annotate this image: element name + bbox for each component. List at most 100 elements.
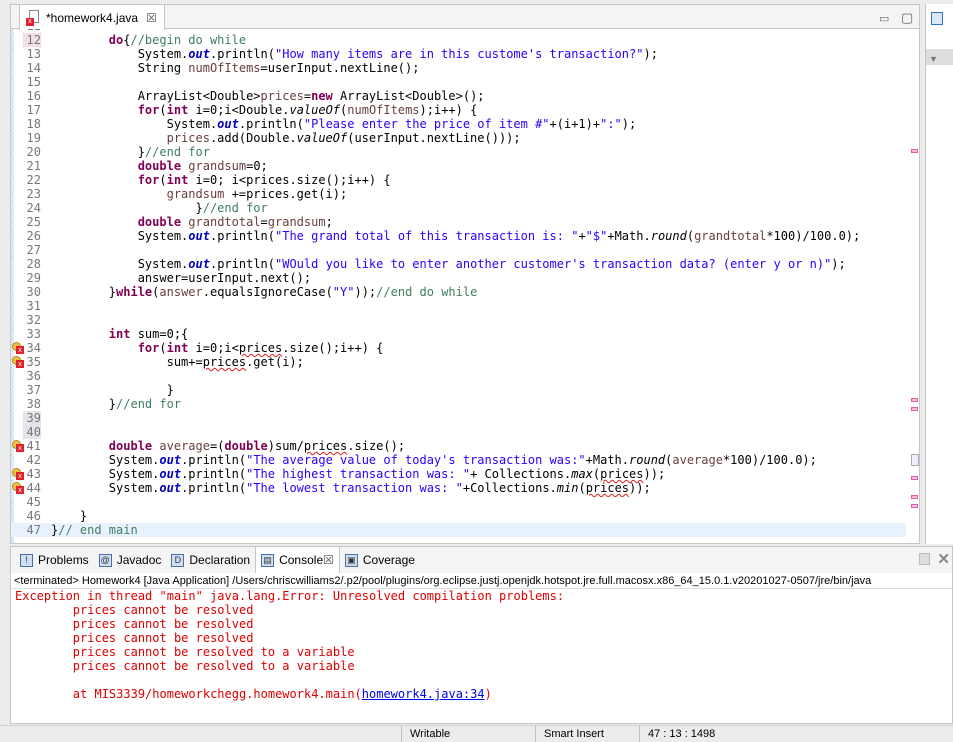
close-tab-icon[interactable]: ☒ <box>323 553 334 567</box>
tab-console[interactable]: ▤ Console ☒ <box>255 547 340 573</box>
code-text: double grandtotal=grandsum; <box>51 215 333 229</box>
code-line[interactable]: 37 } <box>11 383 906 397</box>
code-line[interactable]: x 41 double average=(double)sum/prices.si… <box>11 439 906 453</box>
code-token: .println( <box>209 257 275 271</box>
minimize-panel-icon[interactable] <box>919 553 930 565</box>
code-token: //end for <box>116 397 182 411</box>
code-line[interactable]: 19 prices.add(Double.valueOf(userInput.n… <box>11 131 906 145</box>
code-token: grandsum <box>267 215 326 229</box>
code-line[interactable]: 38 }//end for <box>11 397 906 411</box>
console-stack-line: at MIS3339/homeworkchegg.homework4.main(… <box>15 687 945 701</box>
code-line[interactable]: 27 <box>11 243 906 257</box>
terminated-label: <terminated> Homework4 [Java Application… <box>11 574 952 589</box>
tab-javadoc[interactable]: @ Javadoc <box>94 547 167 573</box>
code-line[interactable]: x 34 for(int i=0;i<prices.size();i++) { <box>11 341 906 355</box>
tab-declaration[interactable]: D Declaration <box>166 547 255 573</box>
code-line[interactable]: 17 for(int i=0;i<Double.valueOf(numOfIte… <box>11 103 906 117</box>
error-marker-icon[interactable]: x <box>12 356 24 368</box>
code-line[interactable]: 31 <box>11 299 906 313</box>
code-line[interactable]: 25 double grandtotal=grandsum; <box>11 215 906 229</box>
code-line[interactable]: 23 grandsum +=prices.get(i); <box>11 187 906 201</box>
code-text: do{//begin do while <box>51 33 246 47</box>
at-icon: @ <box>98 553 112 567</box>
ruler-marker[interactable] <box>911 407 918 411</box>
code-area[interactable]: 1112 do{//begin do while13 System.out.pr… <box>11 29 906 543</box>
code-line[interactable]: 20 }//end for <box>11 145 906 159</box>
code-line[interactable]: 12 do{//begin do while <box>11 33 906 47</box>
code-token: //end for <box>202 201 268 215</box>
ruler-marker[interactable] <box>911 149 918 153</box>
scroll-thumb[interactable] <box>911 454 919 466</box>
code-token: //end do while <box>376 285 478 299</box>
overview-ruler[interactable] <box>907 29 921 543</box>
console-output[interactable]: Exception in thread "main" java.lang.Err… <box>15 589 945 701</box>
code-line[interactable]: 30 }while(answer.equalsIgnoreCase("Y"));… <box>11 285 906 299</box>
code-text: System.out.println("The grand total of t… <box>51 229 861 243</box>
code-line[interactable]: 15 <box>11 75 906 89</box>
code-line[interactable]: 39 <box>11 411 906 425</box>
tab-problems[interactable]: ! Problems <box>15 547 94 573</box>
code-token: out <box>159 453 182 467</box>
outline-icon[interactable] <box>931 12 943 25</box>
code-token: ( <box>159 103 167 117</box>
code-line[interactable]: 14 String numOfItems=userInput.nextLine(… <box>11 61 906 75</box>
code-line[interactable]: 28 System.out.println("WOuld you like to… <box>11 257 906 271</box>
line-number: 15 <box>26 75 41 89</box>
console-line: prices cannot be resolved to a variable <box>15 645 355 659</box>
line-number: 13 <box>26 47 41 61</box>
ruler-marker[interactable] <box>911 504 918 508</box>
maximize-icon[interactable]: ▢ <box>901 10 913 26</box>
ruler-marker[interactable] <box>911 495 918 499</box>
code-line[interactable]: 18 System.out.println("Please enter the … <box>11 117 906 131</box>
code-line[interactable]: 36 <box>11 369 906 383</box>
code-line[interactable]: 24 }//end for <box>11 201 906 215</box>
code-line[interactable]: 26 System.out.println("The grand total o… <box>11 229 906 243</box>
code-line[interactable]: 47 }// end main <box>11 523 906 537</box>
java-editor[interactable]: x *homework4.java ☒ ▭ ▢ 1112 do{//begin … <box>10 4 920 544</box>
code-line[interactable]: 45 <box>11 495 906 509</box>
code-text: }// end main <box>51 523 138 537</box>
code-token: System. <box>51 257 189 271</box>
tab-homework4-java[interactable]: x *homework4.java ☒ <box>19 5 165 30</box>
code-token: } <box>51 201 203 215</box>
code-line[interactable]: x 43 System.out.println("The highest tran… <box>11 467 906 481</box>
code-line[interactable]: 29 answer=userInput.next(); <box>11 271 906 285</box>
close-panel-icon[interactable]: ✕ <box>937 550 950 568</box>
code-line[interactable]: 46 } <box>11 509 906 523</box>
code-line[interactable]: 13 System.out.println("How many items ar… <box>11 47 906 61</box>
code-line[interactable]: 32 <box>11 313 906 327</box>
code-token: int <box>166 341 189 355</box>
code-token: do <box>108 33 124 47</box>
line-number: 28 <box>26 257 41 271</box>
code-token: "The lowest transaction was: " <box>246 481 463 495</box>
code-line[interactable]: 22 for(int i=0; i<prices.size();i++) { <box>11 173 906 187</box>
code-line[interactable]: 16 ArrayList<Double>prices=new ArrayList… <box>11 89 906 103</box>
code-text: }//end for <box>51 397 181 411</box>
code-token: )); <box>354 285 377 299</box>
status-insert-mode[interactable]: Smart Insert <box>535 726 604 742</box>
error-marker-icon[interactable]: x <box>12 342 24 354</box>
ruler-marker[interactable] <box>911 476 918 480</box>
error-marker-icon[interactable]: x <box>12 440 24 452</box>
code-line[interactable]: x 44 System.out.println("The lowest trans… <box>11 481 906 495</box>
tab-coverage[interactable]: ▣ Coverage <box>340 547 420 573</box>
line-number: 33 <box>26 327 41 341</box>
code-line[interactable]: 33 int sum=0;{ <box>11 327 906 341</box>
code-token: +Math. <box>607 229 651 243</box>
minimize-icon[interactable]: ▭ <box>879 12 889 25</box>
code-line[interactable]: 21 double grandsum=0; <box>11 159 906 173</box>
code-line[interactable]: x 35 sum+=prices.get(i); <box>11 355 906 369</box>
console-line: prices cannot be resolved to a variable <box>15 659 355 673</box>
outline-tree-row[interactable]: ▼ <box>926 49 953 65</box>
error-marker-icon[interactable]: x <box>12 468 24 480</box>
source-link[interactable]: homework4.java:34 <box>362 687 485 701</box>
code-line[interactable]: 42 System.out.println("The average value… <box>11 453 906 467</box>
error-marker-icon[interactable]: x <box>12 482 24 494</box>
ruler-marker[interactable] <box>911 398 918 402</box>
code-line[interactable]: 40 <box>11 425 906 439</box>
code-token: =0; <box>246 159 268 173</box>
close-tab-icon[interactable]: ☒ <box>146 11 157 25</box>
line-number: 47 <box>26 523 41 537</box>
console-line: prices cannot be resolved <box>15 617 254 631</box>
